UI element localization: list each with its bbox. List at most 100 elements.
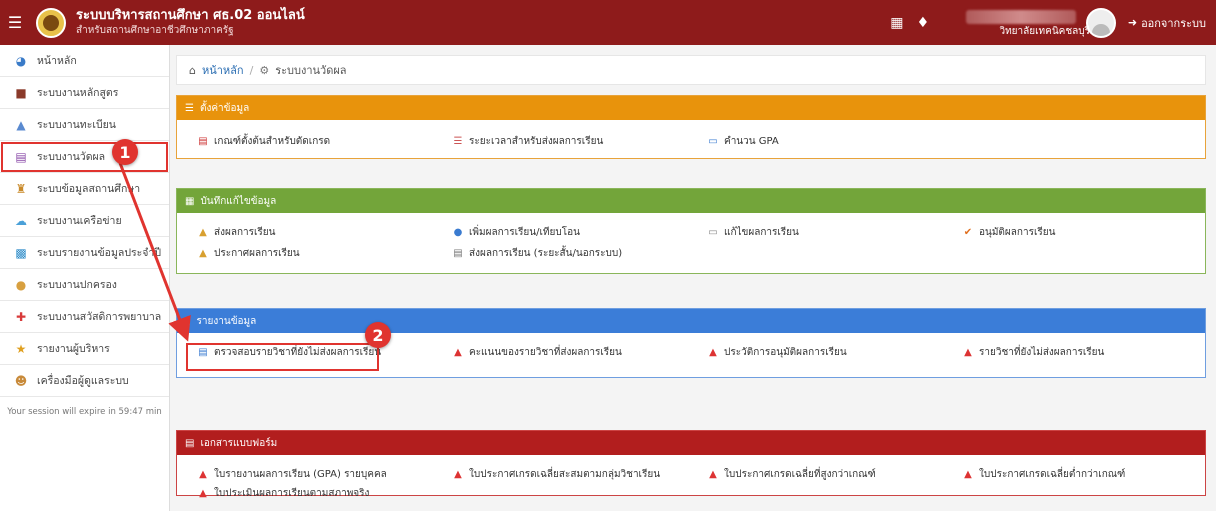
link-gpa-by-group[interactable]: ▲ ใบประกาศเกรดเฉลี่ยสะสมตามกลุ่มวิชาเรีย… <box>452 467 660 482</box>
sidebar-item-label: ระบบงานเครือข่าย <box>37 215 122 227</box>
sidebar-item-registry[interactable]: ▲ ระบบงานทะเบียน <box>0 109 169 141</box>
cloud-icon: ☁ <box>15 213 27 228</box>
sidebar: ◕ หน้าหลัก ■ ระบบงานหลักสูตร ▲ ระบบงานทะ… <box>0 45 170 511</box>
pdf-icon: ▲ <box>199 488 207 499</box>
link-grade-criteria[interactable]: ▤ เกณฑ์ตั้งต้นสำหรับตัดเกรด <box>197 134 330 149</box>
file-icon: ▤ <box>185 437 195 449</box>
sidebar-item-evaluation[interactable]: ▤ ระบบงานวัดผล <box>0 141 169 173</box>
link-approval-history[interactable]: ▲ ประวัติการอนุมัติผลการเรียน <box>707 345 847 360</box>
link-label: ระยะเวลาสำหรับส่งผลการเรียน <box>469 136 604 147</box>
pdf-icon: ▲ <box>964 469 972 480</box>
menu-toggle-icon[interactable]: ☰ <box>0 0 30 45</box>
forms-panel: ▤ เอกสารแบบฟอร์ม ▲ ใบรายงานผลการเรียน (G… <box>176 430 1206 499</box>
school-icon: ♜ <box>15 181 27 196</box>
save-icon: ▦ <box>185 195 195 207</box>
college-name: วิทยาลัยเทคนิคชลบุรี <box>999 26 1090 37</box>
link-label: คำนวน GPA <box>724 136 779 147</box>
dashboard-icon: ◕ <box>15 53 27 68</box>
clipboard-icon: ▤ <box>198 136 208 147</box>
logout-label: ออกจากระบบ <box>1141 16 1206 30</box>
link-submit-short-course[interactable]: ▤ ส่งผลการเรียน (ระยะสั้น/นอกระบบ) <box>452 246 622 261</box>
avatar[interactable] <box>1085 7 1116 38</box>
book-icon: ■ <box>15 85 27 100</box>
sidebar-item-label: ระบบงานวัดผล <box>37 151 106 163</box>
list-icon: ☰ <box>453 136 463 147</box>
link-label: ประวัติการอนุมัติผลการเรียน <box>724 347 847 358</box>
highlight-check-unsubmitted <box>186 343 379 371</box>
step-badge-2: 2 <box>365 322 391 348</box>
sidebar-item-executive[interactable]: ★ รายงานผู้บริหาร <box>0 333 169 365</box>
link-submission-period[interactable]: ☰ ระยะเวลาสำหรับส่งผลการเรียน <box>452 134 604 149</box>
gears-icon: ⚙ <box>259 63 270 77</box>
sidebar-item-medical[interactable]: ✚ ระบบงานสวัสดิการพยาบาล <box>0 301 169 333</box>
link-gpa-above[interactable]: ▲ ใบประกาศเกรดเฉลี่ยที่สูงกว่าเกณฑ์ <box>707 467 876 482</box>
top-header: ☰ ระบบบริหารสถานศึกษา ศธ.02 ออนไลน์ สำหร… <box>0 0 1216 45</box>
step-badge-1: 1 <box>112 139 138 165</box>
pdf-icon: ▲ <box>454 347 462 358</box>
executive-icon: ★ <box>15 341 27 356</box>
folder-icon: ▭ <box>708 227 718 238</box>
link-submit-grades[interactable]: ▲ ส่งผลการเรียน <box>197 225 276 240</box>
link-edit-grades[interactable]: ▭ แก้ไขผลการเรียน <box>707 225 799 240</box>
registry-icon: ▲ <box>16 117 26 132</box>
link-announce-grades[interactable]: ▲ ประกาศผลการเรียน <box>197 246 300 261</box>
link-label: ส่งผลการเรียน <box>214 227 276 238</box>
user-add-icon: ● <box>453 227 463 238</box>
pdf-icon: ▲ <box>964 347 972 358</box>
forms-panel-header: ▤ เอกสารแบบฟอร์ม <box>177 431 1205 455</box>
link-label: รายวิชาที่ยังไม่ส่งผลการเรียน <box>979 347 1105 358</box>
link-label: เกณฑ์ตั้งต้นสำหรับตัดเกรด <box>214 136 331 147</box>
link-label: อนุมัติผลการเรียน <box>979 227 1056 238</box>
link-label: ใบรายงานผลการเรียน (GPA) รายบุคคล <box>214 469 387 480</box>
sidebar-item-annual-report[interactable]: ▩ ระบบรายงานข้อมูลประจำปี <box>0 237 169 269</box>
report-panel-header: ▮ รายงานข้อมูล <box>177 309 1205 333</box>
sidebar-item-label: ระบบงานสวัสดิการพยาบาล <box>37 311 162 323</box>
sidebar-item-curriculum[interactable]: ■ ระบบงานหลักสูตร <box>0 77 169 109</box>
submit-icon: ▲ <box>199 227 207 238</box>
link-label: ใบประเมินผลการเรียนตามสภาพจริง <box>214 488 370 499</box>
link-label: แก้ไขผลการเรียน <box>724 227 799 238</box>
link-approve-grades[interactable]: ✔ อนุมัติผลการเรียน <box>962 225 1056 240</box>
calendar-icon: ▤ <box>15 149 27 164</box>
logout-button[interactable]: ➜ ออกจากระบบ <box>1128 14 1206 32</box>
brand: ระบบบริหารสถานศึกษา ศธ.02 ออนไลน์ สำหรับ… <box>76 8 305 37</box>
link-label: คะแนนของรายวิชาที่ส่งผลการเรียน <box>469 347 622 358</box>
database-icon: ☰ <box>185 102 194 114</box>
link-gpa-report[interactable]: ▲ ใบรายงานผลการเรียน (GPA) รายบุคคล <box>197 467 387 482</box>
report-icon: ▩ <box>15 245 27 260</box>
link-label: ประกาศผลการเรียน <box>214 248 300 259</box>
person-icon: ● <box>15 277 27 292</box>
pdf-icon: ▲ <box>709 469 717 480</box>
pdf-icon: ▲ <box>199 469 207 480</box>
breadcrumb-home[interactable]: หน้าหลัก <box>202 61 244 79</box>
sidebar-item-label: ระบบงานหลักสูตร <box>37 87 119 99</box>
link-label: ส่งผลการเรียน (ระยะสั้น/นอกระบบ) <box>469 248 623 259</box>
sidebar-item-discipline[interactable]: ● ระบบงานปกครอง <box>0 269 169 301</box>
username-blurred <box>965 9 1076 24</box>
sidebar-item-label: ระบบรายงานข้อมูลประจำปี <box>37 247 161 259</box>
link-authentic-assessment[interactable]: ▲ ใบประเมินผลการเรียนตามสภาพจริง <box>197 486 369 501</box>
link-add-grades[interactable]: ● เพิ่มผลการเรียน/เทียบโอน <box>452 225 580 240</box>
link-subject-scores[interactable]: ▲ คะแนนของรายวิชาที่ส่งผลการเรียน <box>452 345 622 360</box>
sidebar-item-label: รายงานผู้บริหาร <box>37 343 110 355</box>
record-panel-title: บันทึกแก้ไขข้อมูล <box>200 195 277 207</box>
link-label: ใบประกาศเกรดเฉลี่ยที่สูงกว่าเกณฑ์ <box>724 469 876 480</box>
logo <box>36 7 66 38</box>
calendar-icon[interactable]: ▦ <box>884 0 910 45</box>
sidebar-item-home[interactable]: ◕ หน้าหลัก <box>0 45 169 77</box>
link-calculate-gpa[interactable]: ▭ คำนวน GPA <box>707 134 779 149</box>
link-unsubmitted-subjects[interactable]: ▲ รายวิชาที่ยังไม่ส่งผลการเรียน <box>962 345 1104 360</box>
bar-chart-icon: ▮ <box>185 315 191 327</box>
bell-icon[interactable]: ♦ <box>910 0 936 45</box>
pdf-icon: ▲ <box>709 347 717 358</box>
sidebar-item-school-info[interactable]: ♜ ระบบข้อมูลสถานศึกษา <box>0 173 169 205</box>
link-gpa-below[interactable]: ▲ ใบประกาศเกรดเฉลี่ยต่ำกว่าเกณฑ์ <box>962 467 1125 482</box>
sidebar-item-label: ระบบงานปกครอง <box>37 279 117 291</box>
app-title: ระบบบริหารสถานศึกษา ศธ.02 ออนไลน์ <box>76 8 305 23</box>
sidebar-item-label: หน้าหลัก <box>37 55 77 67</box>
logout-icon: ➜ <box>1127 16 1138 29</box>
sidebar-item-network[interactable]: ☁ ระบบงานเครือข่าย <box>0 205 169 237</box>
sidebar-item-label: ระบบงานทะเบียน <box>37 119 116 131</box>
sidebar-item-label: ระบบข้อมูลสถานศึกษา <box>37 183 141 195</box>
sidebar-item-admin-tools[interactable]: ☻ เครื่องมือผู้ดูแลระบบ <box>0 365 169 397</box>
